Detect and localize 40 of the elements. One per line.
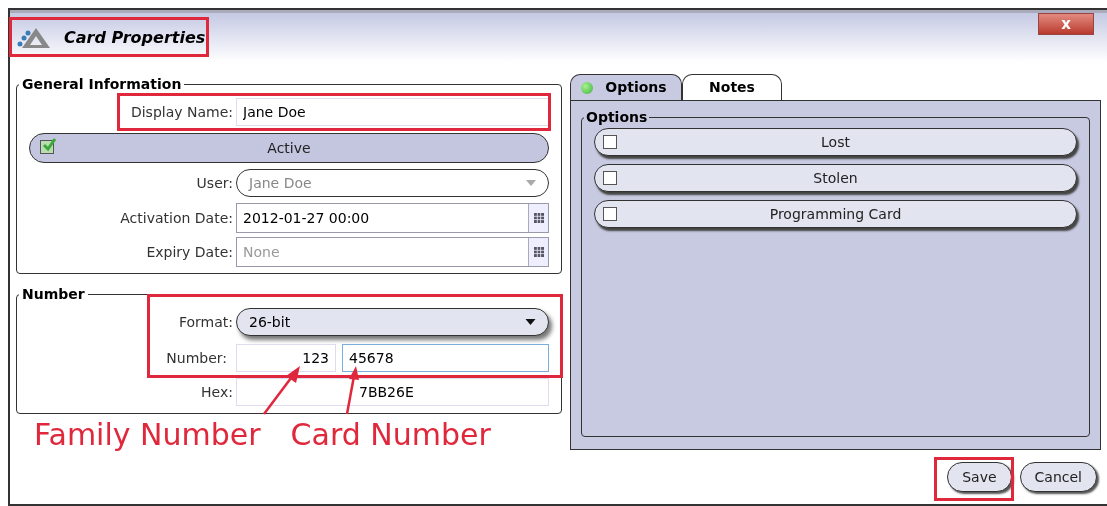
field-label: Number: bbox=[165, 348, 228, 368]
field-label: Expiry Date: bbox=[145, 242, 234, 262]
close-button[interactable]: x bbox=[1038, 13, 1094, 35]
card-number-field[interactable]: 45678 bbox=[342, 344, 549, 372]
checkbox[interactable] bbox=[40, 140, 54, 154]
field-label: Activation Date: bbox=[119, 208, 234, 228]
activation-date-field[interactable]: 2012-01-27 00:00 bbox=[236, 203, 549, 233]
group-legend: Options bbox=[584, 107, 650, 128]
option-toggle[interactable]: Programming Card bbox=[594, 200, 1077, 228]
group-legend: General Information bbox=[19, 74, 185, 95]
annotation-arrow bbox=[262, 364, 302, 416]
checkbox[interactable] bbox=[603, 207, 617, 221]
hex-field: 7BB26E bbox=[236, 378, 549, 406]
group-legend: Number bbox=[19, 284, 88, 305]
tab[interactable]: Notes bbox=[682, 74, 782, 100]
checkmark-icon bbox=[41, 138, 57, 152]
window-title: Card Properties bbox=[64, 26, 206, 49]
user-dropdown[interactable]: Jane Doe bbox=[236, 169, 549, 197]
active-toggle[interactable]: Active bbox=[29, 133, 549, 163]
field-label: User: bbox=[195, 173, 234, 193]
annotation-arrow bbox=[343, 364, 359, 416]
calendar-icon bbox=[533, 213, 544, 223]
option-toggle[interactable]: Stolen bbox=[594, 164, 1077, 192]
field-label: Hex: bbox=[200, 382, 234, 402]
option-toggle[interactable]: Lost bbox=[594, 128, 1077, 156]
annotation-label: Card Number bbox=[290, 420, 491, 450]
family-number-field[interactable]: 123 bbox=[236, 344, 336, 372]
field-label: Format: bbox=[177, 312, 234, 332]
field-label: Display Name: bbox=[129, 102, 234, 122]
dropdown-arrow-icon bbox=[526, 180, 536, 186]
checkbox[interactable] bbox=[603, 171, 617, 185]
display-name-field[interactable]: Jane Doe bbox=[236, 98, 549, 126]
dialog-button[interactable]: Cancel bbox=[1019, 462, 1097, 492]
format-dropdown[interactable]: 26-bit bbox=[236, 308, 549, 336]
checkbox[interactable] bbox=[603, 135, 617, 149]
annotation-label: Family Number bbox=[34, 420, 261, 450]
calendar-button[interactable] bbox=[528, 204, 548, 232]
dialog-button[interactable]: Save bbox=[947, 462, 1012, 492]
tab[interactable]: Options bbox=[570, 74, 682, 100]
dropdown-arrow-icon bbox=[525, 319, 536, 325]
